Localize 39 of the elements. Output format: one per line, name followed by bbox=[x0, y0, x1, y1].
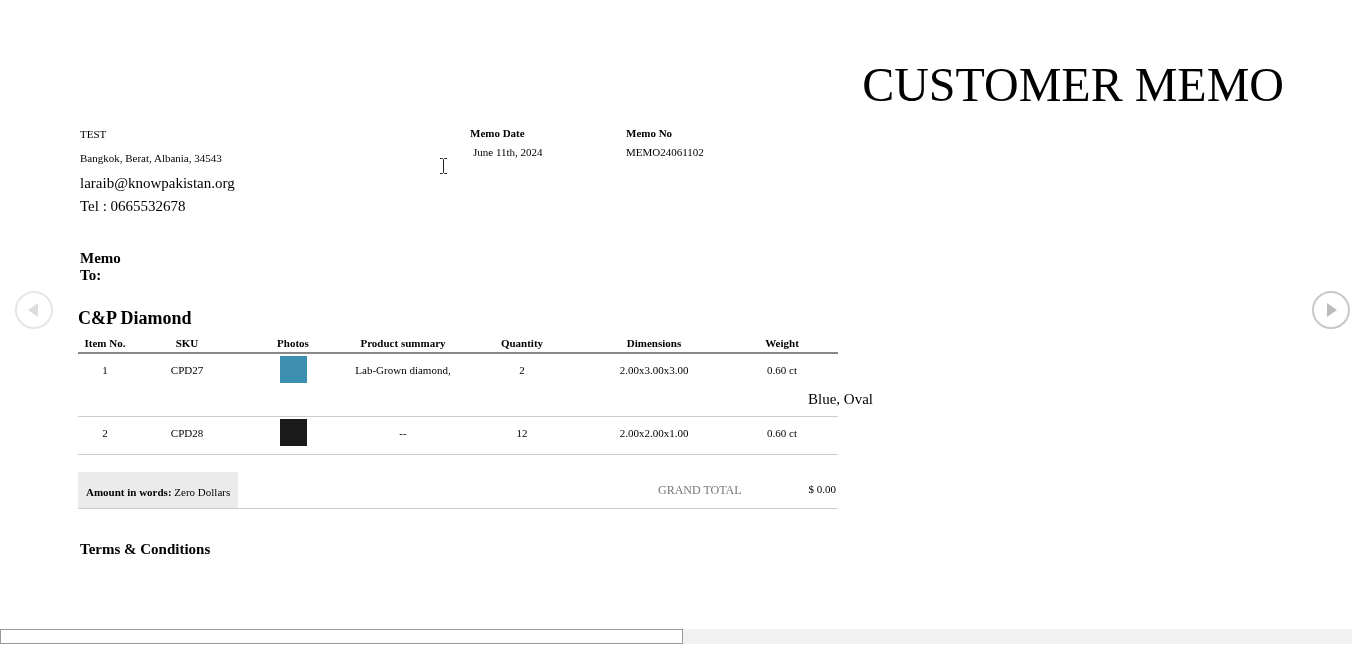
info-value: June 11th, 2024 bbox=[472, 146, 544, 158]
terms-heading: Terms & Conditions bbox=[79, 541, 212, 558]
grand-total-label: GRAND TOTAL bbox=[658, 482, 743, 498]
table-cell: 2.00x2.00x1.00 bbox=[619, 427, 689, 439]
info-value: MEMO24061102 bbox=[626, 146, 705, 158]
table-cell: 2 bbox=[102, 427, 108, 439]
table-cell: 0.60 ct bbox=[767, 427, 797, 439]
table-cell: Lab-Grown diamond, bbox=[355, 364, 451, 376]
sender-phone: Tel : 0665532678 bbox=[80, 197, 187, 216]
column-header: Weight bbox=[726, 329, 838, 354]
table-cell: 0.60 ct bbox=[767, 364, 797, 376]
column-header: Quantity bbox=[462, 329, 582, 354]
sender-email: laraib@knowpakistan.org bbox=[80, 174, 236, 193]
table-cell: 2 bbox=[519, 364, 525, 376]
column-header: SKU bbox=[132, 329, 242, 354]
table-cell: CPD27 bbox=[170, 364, 204, 376]
info-label: Memo No bbox=[626, 126, 674, 141]
grand-total-value: $ 0.00 bbox=[807, 482, 837, 495]
info-label: Memo Date bbox=[470, 126, 526, 141]
horizontal-scrollbar[interactable] bbox=[0, 629, 1352, 644]
table-cell: CPD28 bbox=[170, 427, 204, 439]
sender-name: TEST bbox=[80, 127, 108, 142]
table-cell: 1 bbox=[102, 364, 108, 376]
amount-in-words: Amount in words: Zero Dollars bbox=[78, 472, 239, 508]
sender-address: Bangkok, Berat, Albania, 34543 bbox=[80, 151, 223, 166]
company-name: C&P Diamond bbox=[78, 308, 193, 329]
document-title: CUSTOMER MEMO bbox=[861, 57, 1285, 113]
memo-to-label: Memo To: bbox=[79, 250, 122, 284]
table-cell: 2.00x3.00x3.00 bbox=[619, 364, 689, 376]
text-cursor-icon bbox=[440, 158, 447, 174]
column-header: Dimensions bbox=[582, 329, 726, 354]
table-cell: -- bbox=[399, 427, 407, 439]
column-header: Item No. bbox=[78, 329, 132, 354]
column-header: Product summary bbox=[344, 329, 462, 354]
photo-placeholder bbox=[279, 356, 307, 383]
photo-placeholder bbox=[279, 419, 307, 446]
table-cell: 12 bbox=[516, 427, 528, 439]
column-header: Photos bbox=[242, 329, 344, 354]
table-cell: Blue, Oval bbox=[808, 391, 873, 407]
